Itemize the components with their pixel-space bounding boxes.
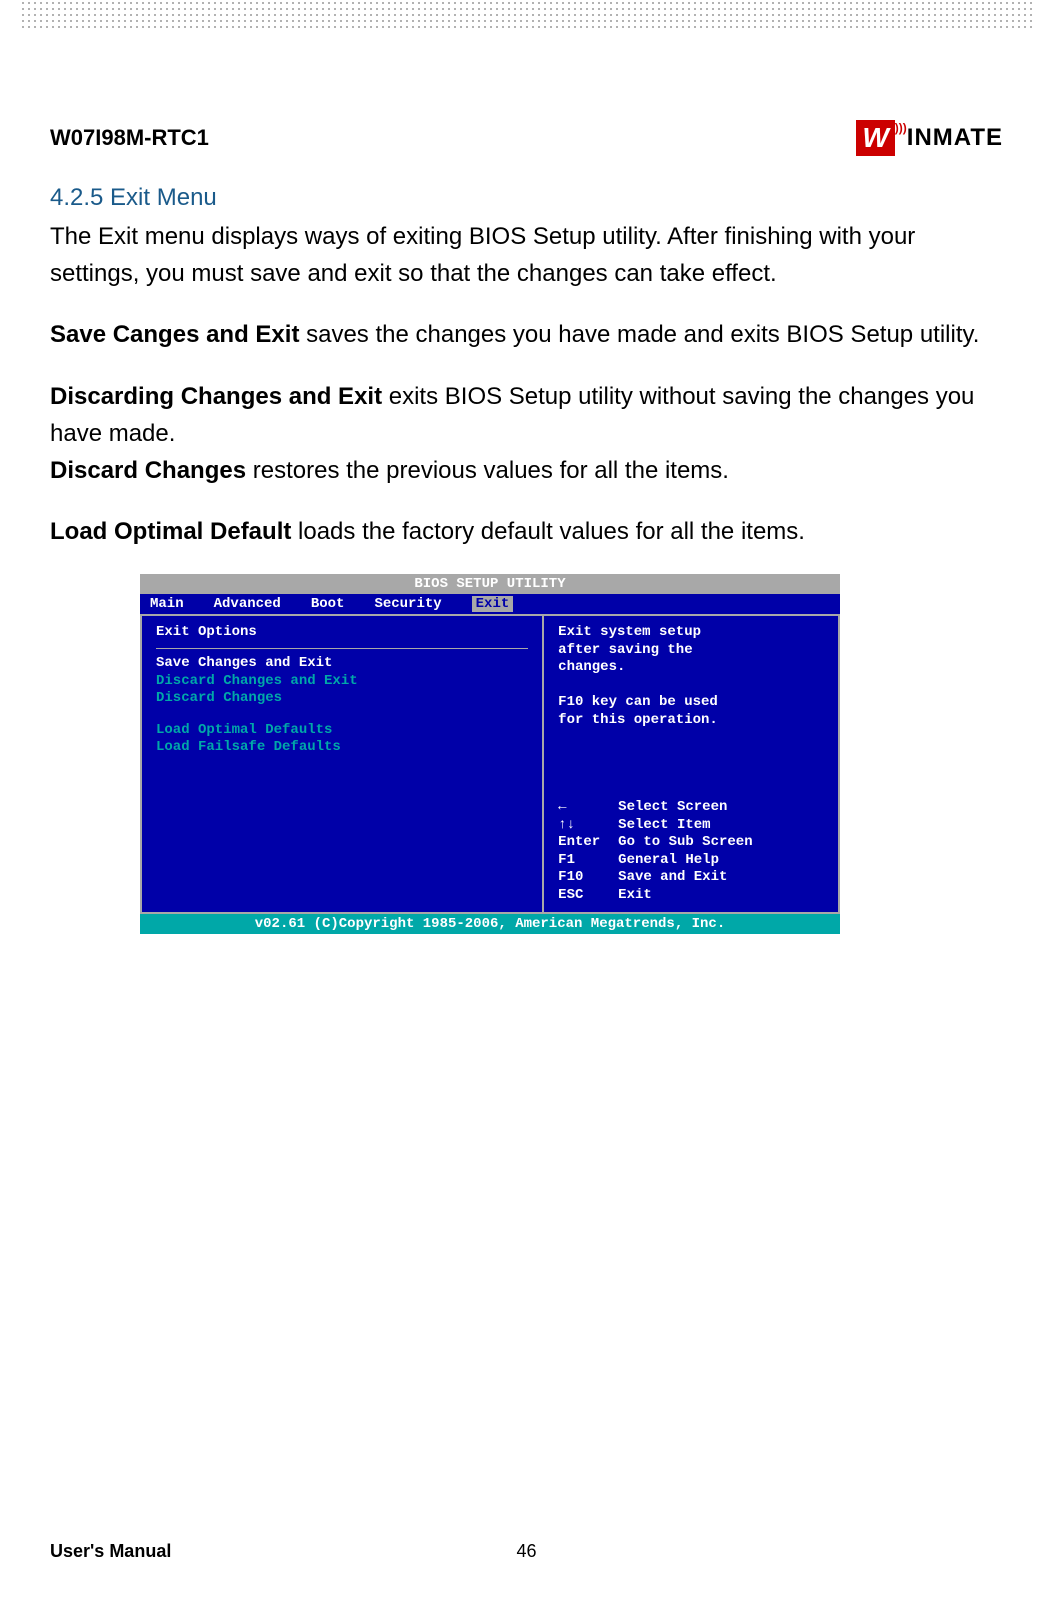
optimal-text: loads the factory default values for all… — [291, 518, 805, 545]
optimal-label: Load Optimal Default — [50, 518, 291, 545]
page-footer: User's Manual 46 — [50, 1541, 1003, 1562]
save-label: Save Canges and Exit — [50, 321, 299, 348]
section-heading: 4.2.5 Exit Menu — [50, 184, 1003, 212]
bios-option[interactable]: Load Optimal Defaults — [156, 722, 528, 740]
discard-paragraph: Discarding Changes and Exit exits BIOS S… — [50, 378, 1003, 490]
logo-w-icon: W — [856, 120, 894, 156]
bios-tab-exit[interactable]: Exit — [472, 596, 514, 612]
page-number: 46 — [516, 1541, 536, 1562]
bios-nav-row: ←Select Screen — [558, 799, 824, 817]
bios-screenshot: BIOS SETUP UTILITY Main Advanced Boot Secur… — [140, 574, 840, 934]
save-paragraph: Save Canges and Exit saves the changes y… — [50, 316, 1003, 353]
bios-option[interactable]: Load Failsafe Defaults — [156, 739, 528, 757]
logo-text: INMATE — [907, 124, 1003, 152]
bios-right-pane: Exit system setupafter saving thechanges… — [544, 616, 838, 912]
optimal-paragraph: Load Optimal Default loads the factory d… — [50, 513, 1003, 550]
bios-tab-advanced[interactable]: Advanced — [214, 596, 281, 612]
winmate-logo: W)))INMATE — [856, 120, 1003, 156]
bios-tab-security[interactable]: Security — [374, 596, 441, 612]
discard-text: restores the previous values for all the… — [246, 457, 729, 484]
footer-label: User's Manual — [50, 1541, 171, 1562]
save-text: saves the changes you have made and exit… — [299, 321, 979, 348]
bios-exit-options-heading: Exit Options — [156, 624, 528, 642]
model-number: W07I98M-RTC1 — [50, 125, 209, 151]
bios-left-pane: Exit Options Save Changes and ExitDiscar… — [142, 616, 544, 912]
document-header: W07I98M-RTC1 W)))INMATE — [50, 120, 1003, 156]
discard-label: Discard Changes — [50, 457, 246, 484]
bios-title: BIOS SETUP UTILITY — [140, 574, 840, 594]
bios-option[interactable]: Discard Changes — [156, 690, 528, 708]
bios-nav-row: F10Save and Exit — [558, 869, 824, 887]
bios-nav-row: ESCExit — [558, 887, 824, 905]
bios-help-text: Exit system setupafter saving thechanges… — [558, 624, 824, 729]
antenna-icon: ))) — [895, 121, 907, 135]
bios-nav-help: ←Select Screen↑↓Select ItemEnterGo to Su… — [558, 799, 824, 904]
bios-nav-row: F1General Help — [558, 852, 824, 870]
bios-footer: v02.61 (C)Copyright 1985-2006, American … — [140, 914, 840, 934]
bios-nav-row: ↑↓Select Item — [558, 817, 824, 835]
discard-exit-label: Discarding Changes and Exit — [50, 383, 382, 410]
page-border-top — [20, 0, 1033, 30]
bios-menu-bar: Main Advanced Boot Security Exit — [140, 594, 840, 614]
bios-tab-boot[interactable]: Boot — [311, 596, 345, 612]
bios-option[interactable]: Save Changes and Exit — [156, 655, 528, 673]
bios-body: Exit Options Save Changes and ExitDiscar… — [140, 614, 840, 914]
bios-divider — [156, 648, 528, 649]
page-content: W07I98M-RTC1 W)))INMATE 4.2.5 Exit Menu … — [0, 0, 1053, 934]
intro-paragraph: The Exit menu displays ways of exiting B… — [50, 218, 1003, 292]
bios-tab-main[interactable]: Main — [150, 596, 184, 612]
bios-nav-row: EnterGo to Sub Screen — [558, 834, 824, 852]
bios-option[interactable]: Discard Changes and Exit — [156, 673, 528, 691]
